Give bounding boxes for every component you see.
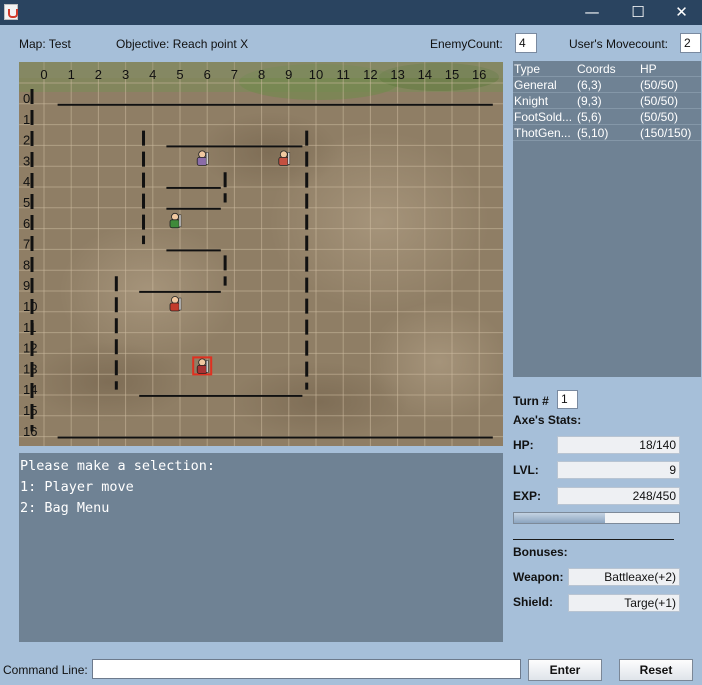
column-number-label: 0 [40, 67, 47, 82]
console-line: 1: Player move [20, 479, 134, 495]
weapon-field: Battleaxe(+2) [568, 568, 680, 586]
reset-button[interactable]: Reset [619, 659, 693, 681]
objective-label: Objective: Reach point X [116, 37, 249, 51]
table-row[interactable]: FootSold... (5,6) (50/50) [513, 109, 701, 125]
exp-progress-fill [514, 513, 605, 523]
enemy-count-label: EnemyCount: [430, 37, 503, 51]
unit-coords-cell: (9,3) [577, 94, 602, 108]
column-header-type[interactable]: Type [514, 61, 576, 77]
exp-progress-bar [513, 512, 680, 524]
minimize-button[interactable]: — [569, 0, 615, 25]
map-label: Map: Test [19, 37, 71, 51]
column-header-hp[interactable]: HP [640, 61, 700, 77]
row-number-label: 11 [23, 320, 37, 335]
console-line: 2: Bag Menu [20, 500, 110, 516]
row-number-label: 12 [23, 341, 37, 356]
table-row[interactable]: General (6,3) (50/50) [513, 77, 701, 93]
column-number-label: 8 [258, 67, 265, 82]
maximize-button[interactable]: ☐ [615, 0, 661, 25]
console-line: Please make a selection: [20, 458, 216, 474]
unit-knight-sprite[interactable] [278, 150, 291, 166]
unit-footsoldier-sprite[interactable] [169, 212, 182, 229]
column-number-label: 7 [231, 67, 238, 82]
lvl-field: 9 [557, 461, 680, 479]
shield-label: Shield: [513, 595, 554, 609]
enter-button[interactable]: Enter [528, 659, 602, 681]
column-number-label: 1 [68, 67, 75, 82]
message-console: Please make a selection: 1: Player move … [19, 453, 503, 642]
movecount-field: 2 [680, 33, 701, 53]
turn-label: Turn # [513, 394, 549, 408]
unit-thotgeneral-sprite[interactable] [169, 296, 182, 312]
board-canvas[interactable]: 0 1 2 3 4 5 6 7 8 9 10 11 12 13 14 15 160123456789101112… [19, 62, 503, 446]
unit-coords-cell: (6,3) [577, 78, 602, 92]
column-number-label: 11 [336, 67, 350, 82]
column-number-label: 2 [95, 67, 102, 82]
column-number-label: 13 [390, 67, 404, 82]
game-board[interactable]: 0 1 2 3 4 5 6 7 8 9 10 11 12 13 14 15 16 0 1 2 3 4 5 6 7 8 9 10 11 12… [19, 62, 503, 446]
row-number-label: 9 [23, 278, 30, 293]
column-header-coords[interactable]: Coords [577, 61, 639, 77]
row-number-label: 2 [23, 133, 30, 148]
unit-type-cell: Knight [514, 94, 549, 108]
row-number-label: 8 [23, 257, 30, 272]
unit-hp-cell: (50/50) [640, 94, 679, 108]
command-line-label: Command Line: [3, 663, 88, 677]
unit-coords-cell: (5,6) [577, 110, 602, 124]
unit-type-cell: General [514, 78, 557, 92]
weapon-label: Weapon: [513, 570, 564, 584]
row-number-label: 16 [23, 424, 37, 439]
unit-table[interactable]: Type Coords HP General (6,3) (50/50) Kni… [513, 61, 701, 377]
row-number-label: 10 [23, 299, 37, 314]
column-number-label: 3 [122, 67, 129, 82]
exp-field: 248/450 [557, 487, 680, 505]
row-number-label: 15 [23, 403, 37, 418]
column-number-label: 16 [472, 67, 486, 82]
command-line-input[interactable] [92, 659, 521, 679]
hp-field: 18/140 [557, 436, 680, 454]
movecount-label: User's Movecount: [569, 37, 668, 51]
title-bar: — ☐ ✕ [0, 0, 702, 25]
table-header-row: Type Coords HP [513, 61, 701, 77]
unit-type-cell: FootSold... [514, 110, 573, 124]
row-number-label: 1 [23, 112, 30, 127]
unit-hp-cell: (50/50) [640, 78, 679, 92]
row-number-label: 7 [23, 237, 30, 252]
unit-coords-cell: (5,10) [577, 126, 609, 140]
column-number-label: 6 [204, 67, 211, 82]
unit-hp-cell: (150/150) [640, 126, 692, 140]
table-row[interactable]: Knight (9,3) (50/50) [513, 93, 701, 109]
java-icon [4, 4, 18, 20]
close-button[interactable]: ✕ [661, 0, 702, 25]
shield-field: Targe(+1) [568, 594, 680, 612]
unit-type-cell: ThotGen... [514, 126, 571, 140]
bonuses-label: Bonuses: [513, 545, 568, 559]
lvl-label: LVL: [513, 463, 539, 477]
column-number-label: 10 [309, 67, 323, 82]
column-number-label: 14 [418, 67, 432, 82]
column-number-label: 9 [285, 67, 292, 82]
column-number-label: 5 [176, 67, 183, 82]
table-row[interactable]: ThotGen... (5,10) (150/150) [513, 125, 701, 141]
row-number-label: 6 [23, 216, 30, 231]
column-number-label: 12 [363, 67, 377, 82]
exp-label: EXP: [513, 489, 542, 503]
row-number-label: 5 [23, 195, 30, 210]
row-number-label: 4 [23, 174, 30, 189]
hp-label: HP: [513, 438, 534, 452]
unit-general-sprite[interactable] [196, 150, 209, 166]
row-number-label: 0 [23, 91, 30, 106]
stats-title: Axe's Stats: [513, 413, 582, 427]
enemy-count-field: 4 [515, 33, 537, 53]
stats-divider [513, 539, 674, 540]
row-number-label: 13 [23, 361, 37, 376]
row-number-label: 14 [23, 382, 37, 397]
column-number-label: 15 [445, 67, 459, 82]
unit-hp-cell: (50/50) [640, 110, 679, 124]
turn-field: 1 [557, 390, 578, 409]
column-number-label: 4 [149, 67, 156, 82]
row-number-label: 3 [23, 153, 30, 168]
